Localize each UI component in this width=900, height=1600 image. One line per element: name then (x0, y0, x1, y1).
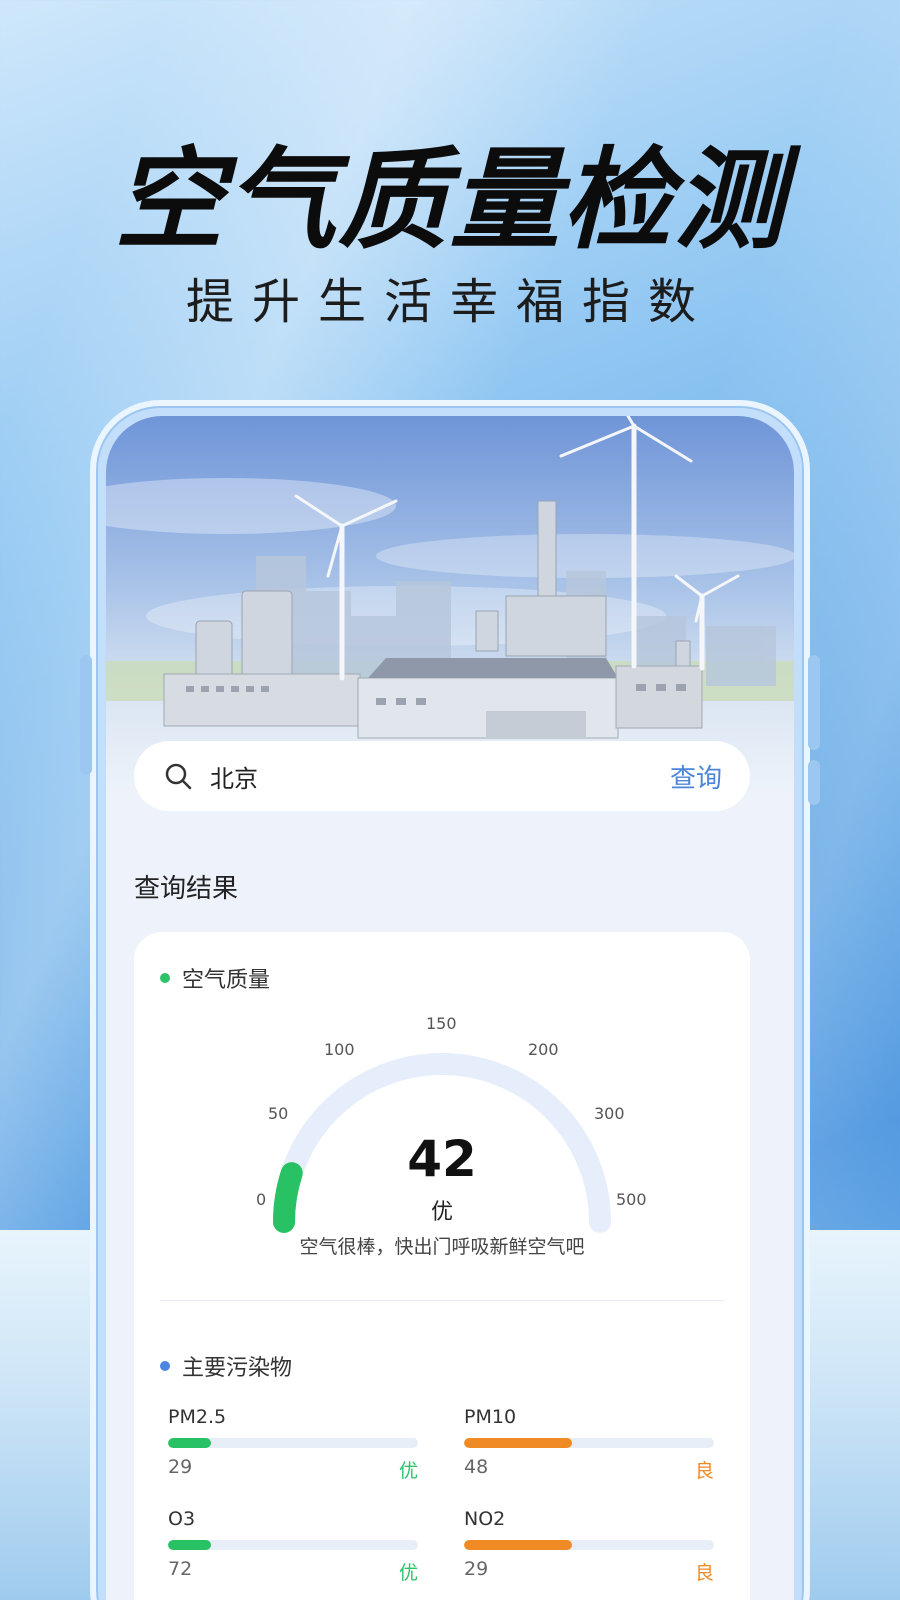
pollutant-bar-fill (464, 1438, 572, 1448)
pollutant-bar-fill (168, 1438, 211, 1448)
pollutant-name: O3 (168, 1508, 196, 1530)
air-quality-dot (160, 973, 170, 983)
pollutant-value: 48 (464, 1456, 489, 1478)
gauge-tick-300: 300 (594, 1104, 625, 1123)
pollutant-bar-track (168, 1540, 418, 1550)
promo-subline: 提升生活幸福指数 (185, 274, 714, 330)
pollutants-header: 主要污染物 (160, 1350, 292, 1382)
card-divider (160, 1300, 724, 1301)
pollutants-label: 主要污染物 (182, 1356, 293, 1381)
pollutant-level: 良 (694, 1562, 714, 1584)
pollutant-value: 72 (168, 1558, 193, 1580)
promo-headline: 空气质量检测 (114, 136, 786, 264)
pollutant-level: 优 (398, 1460, 418, 1482)
gauge-tick-200: 200 (528, 1040, 559, 1059)
pollutant-bar-fill (464, 1540, 572, 1550)
aqi-level: 优 (430, 1200, 453, 1225)
search-icon (165, 763, 192, 790)
pollutant-level: 优 (398, 1562, 418, 1584)
pollutant-bar-track (464, 1540, 714, 1550)
results-title: 查询结果 (134, 874, 239, 904)
phone-side-button-left (80, 655, 92, 775)
app-screen: 北京 查询 查询结果 空气质量 0 50 100 150 200 300 500… (106, 416, 794, 1600)
query-button[interactable]: 查询 (670, 758, 722, 795)
pollutant-item: O3 72 优 (168, 1508, 418, 1585)
pollutant-value: 29 (464, 1558, 489, 1580)
pollutant-item: NO2 29 良 (464, 1508, 714, 1585)
pollutant-level: 良 (694, 1460, 714, 1482)
aqi-value: 42 (407, 1130, 477, 1188)
industrial-scene-illustration (106, 416, 794, 796)
pollutants-dot (160, 1361, 170, 1371)
air-quality-header: 空气质量 (160, 962, 270, 994)
search-input[interactable]: 北京 (210, 759, 670, 794)
pollutant-name: PM2.5 (168, 1406, 227, 1428)
phone-side-button-right-1 (808, 655, 820, 750)
phone-side-button-right-2 (808, 760, 820, 805)
gauge-tick-100: 100 (324, 1040, 355, 1059)
pollutant-item: PM10 48 良 (464, 1406, 714, 1483)
pollutant-bar-track (464, 1438, 714, 1448)
pollutant-item: PM2.5 29 优 (168, 1406, 418, 1483)
aqi-tip: 空气很棒，快出门呼吸新鲜空气吧 (299, 1236, 585, 1258)
city-search-bar[interactable]: 北京 查询 (134, 741, 750, 811)
gauge-tick-50: 50 (268, 1104, 289, 1123)
pollutant-bar-track (168, 1438, 418, 1448)
air-quality-label: 空气质量 (182, 968, 271, 993)
results-card: 空气质量 0 50 100 150 200 300 500 42 优 空气很棒，… (134, 932, 750, 1600)
pollutant-value: 29 (168, 1456, 193, 1478)
pollutant-name: PM10 (464, 1406, 517, 1428)
pollutant-bar-fill (168, 1540, 211, 1550)
pollutant-name: NO2 (464, 1508, 506, 1530)
gauge-tick-150: 150 (426, 1014, 457, 1033)
